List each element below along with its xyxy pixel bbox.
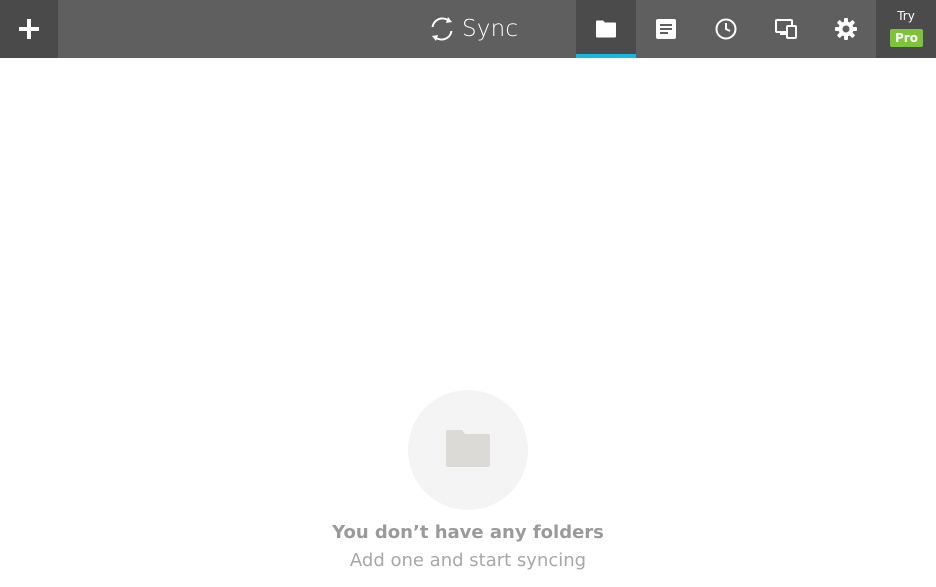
add-folder-button[interactable] bbox=[0, 0, 58, 58]
pro-badge: Pro bbox=[890, 29, 923, 47]
try-label: Try bbox=[897, 9, 915, 23]
tab-folders[interactable] bbox=[576, 0, 636, 58]
app-brand: Sync bbox=[428, 13, 518, 45]
tab-settings[interactable] bbox=[816, 0, 876, 58]
app-title: Sync bbox=[462, 16, 519, 42]
plus-icon bbox=[19, 19, 39, 39]
empty-state-illustration bbox=[408, 390, 528, 510]
clock-icon bbox=[715, 18, 737, 40]
empty-state-subtitle: Add one and start syncing bbox=[349, 550, 587, 571]
empty-state-title: You don’t have any folders bbox=[332, 522, 604, 543]
tab-devices[interactable] bbox=[756, 0, 816, 58]
sync-arrows-icon bbox=[431, 17, 453, 41]
try-pro-button[interactable]: Try Pro bbox=[876, 0, 936, 58]
document-icon bbox=[656, 19, 676, 39]
folder-icon bbox=[446, 430, 490, 467]
gear-icon bbox=[835, 18, 857, 40]
devices-icon bbox=[775, 19, 797, 39]
tab-history[interactable] bbox=[696, 0, 756, 58]
tab-transfers[interactable] bbox=[636, 0, 696, 58]
folder-icon bbox=[596, 20, 616, 38]
top-toolbar: Sync Try Pro bbox=[0, 0, 936, 58]
